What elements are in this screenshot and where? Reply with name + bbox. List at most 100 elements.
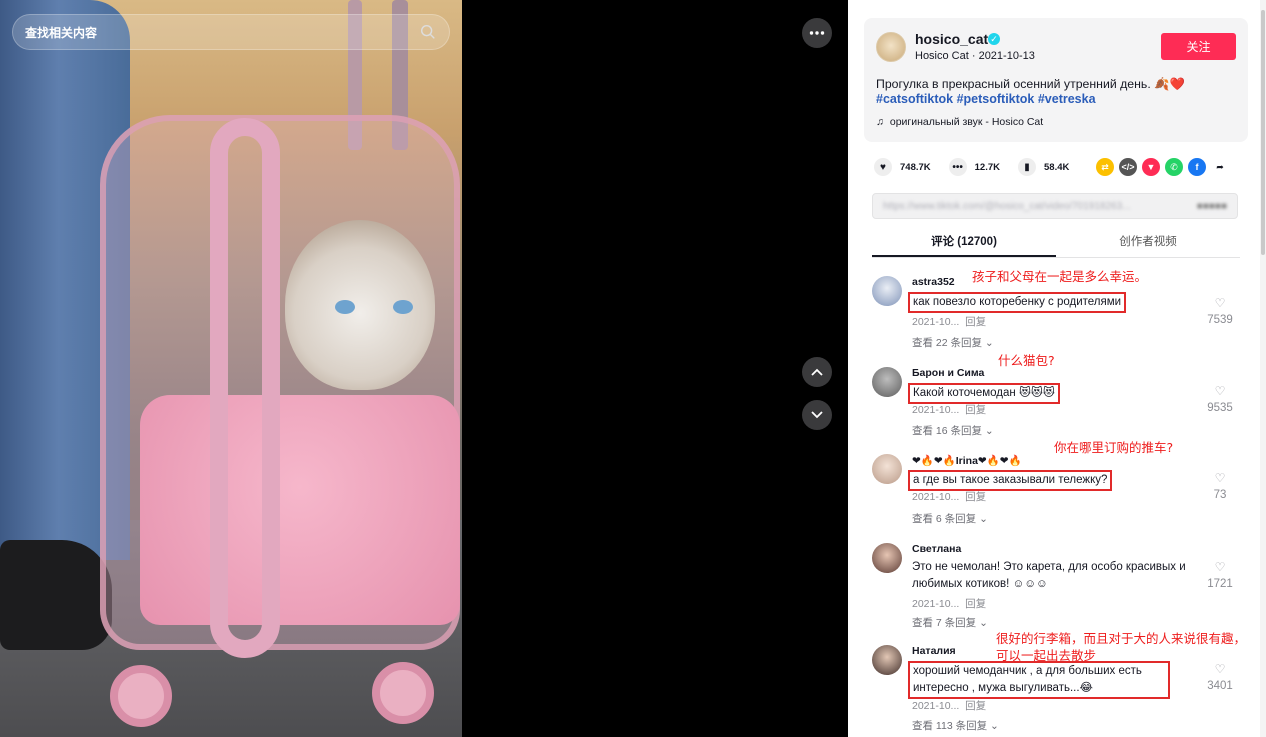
- author-avatar[interactable]: [876, 32, 906, 62]
- share-arrow-icon[interactable]: ➦: [1211, 158, 1229, 176]
- comment-avatar[interactable]: [872, 367, 902, 397]
- reply-button[interactable]: 回复: [965, 700, 986, 712]
- comment-date: 2021-10... 回复: [912, 698, 986, 713]
- video-suitcase-fur: [140, 395, 460, 625]
- comment-date: 2021-10... 回复: [912, 596, 986, 611]
- follow-button[interactable]: 关注: [1161, 33, 1236, 60]
- comment-like[interactable]: ♡ 9535: [1200, 384, 1240, 416]
- comment-avatar[interactable]: [872, 276, 902, 306]
- search-icon[interactable]: [419, 23, 437, 41]
- video-link-blurred: https://www.tiktok.com/@hosico_cat/video…: [883, 200, 1131, 212]
- reply-button[interactable]: 回复: [965, 316, 986, 328]
- details-panel: hosico_cat ✓ Hosico Cat · 2021-10-13 关注 …: [848, 0, 1266, 737]
- comment-text: Какой коточемодан 😻😻😻: [908, 383, 1060, 404]
- view-replies-button[interactable]: 查看 22 条回复 ⌄: [912, 335, 994, 350]
- comment-username[interactable]: astra352: [912, 276, 955, 288]
- author-name[interactable]: hosico_cat: [915, 31, 988, 47]
- bookmark-icon[interactable]: ▮: [1018, 158, 1036, 176]
- embed-code-icon[interactable]: </>: [1119, 158, 1137, 176]
- music-note-icon: ♫: [876, 116, 884, 128]
- comment-like-count: 3401: [1207, 680, 1233, 692]
- comment-like-count: 9535: [1207, 402, 1233, 414]
- next-video-button[interactable]: [802, 400, 832, 430]
- heart-outline-icon[interactable]: ♡: [1200, 662, 1240, 676]
- view-replies-button[interactable]: 查看 113 条回复 ⌄: [912, 718, 999, 733]
- page-root: 查找相关内容 hosico_cat ✓ Hosico Cat · 2021-10…: [0, 0, 1266, 737]
- like-count: 748.7K: [900, 161, 931, 173]
- comment-like-count: 7539: [1207, 314, 1233, 326]
- comment-avatar[interactable]: [872, 454, 902, 484]
- comment-date-text: 2021-10...: [912, 491, 960, 503]
- comment-date-text: 2021-10...: [912, 598, 960, 610]
- comment-like[interactable]: ♡ 7539: [1200, 296, 1240, 328]
- video-cat-eye-right: [393, 300, 413, 314]
- sound-label[interactable]: оригинальный звук - Hosico Cat: [890, 116, 1043, 128]
- comment-date: 2021-10... 回复: [912, 489, 986, 504]
- comment-icon[interactable]: •••: [948, 158, 967, 176]
- search-input[interactable]: 查找相关内容: [25, 24, 419, 41]
- panel-scrollbar-thumb[interactable]: [1261, 10, 1265, 255]
- translation-annotation: 什么猫包?: [998, 353, 1055, 368]
- comment-date-text: 2021-10...: [912, 404, 960, 416]
- comment-username[interactable]: Светлана: [912, 543, 961, 555]
- panel-scrollbar[interactable]: [1260, 0, 1266, 737]
- save-count: 58.4K: [1044, 161, 1070, 173]
- video-area[interactable]: 查找相关内容: [0, 0, 848, 737]
- view-replies-button[interactable]: 查看 16 条回复 ⌄: [912, 423, 994, 438]
- comment-text: как повезло которебенку с родителями: [908, 292, 1127, 313]
- comment-text: Это не чемолан! Это карета, для особо кр…: [912, 561, 1186, 590]
- post-hashtags[interactable]: #catsoftiktok #petsoftiktok #vetreska: [876, 92, 1096, 106]
- view-replies-label: 查看 22 条回复: [912, 337, 983, 349]
- heart-outline-icon[interactable]: ♡: [1200, 296, 1240, 310]
- heart-icon[interactable]: ♥: [874, 158, 892, 176]
- comment-item: astra352 孩子和父母在一起是多么幸运。 как повезло кото…: [872, 269, 1244, 356]
- comment-username[interactable]: Наталия: [912, 645, 956, 657]
- comment-count: 12.7K: [974, 161, 1000, 173]
- post-caption: Прогулка в прекрасный осенний утренний д…: [876, 77, 1185, 91]
- sound-row[interactable]: ♫ оригинальный звук - Hosico Cat: [876, 116, 1043, 128]
- tab-comments[interactable]: 评论 (12700): [872, 225, 1056, 257]
- share-icons: ⇄ </> ▼ ✆ f ➦: [1096, 158, 1229, 176]
- comment-username[interactable]: ❤🔥❤🔥Irina❤🔥❤🔥: [912, 454, 1022, 467]
- comment-like[interactable]: ♡ 73: [1200, 471, 1240, 503]
- repost-icon[interactable]: ⇄: [1096, 158, 1114, 176]
- view-replies-button[interactable]: 查看 7 条回复 ⌄: [912, 615, 988, 630]
- video-wheel-right: [372, 662, 434, 724]
- comment-like[interactable]: ♡ 3401: [1200, 662, 1240, 694]
- heart-outline-icon[interactable]: ♡: [1200, 471, 1240, 485]
- video-link-box[interactable]: https://www.tiktok.com/@hosico_cat/video…: [872, 193, 1238, 219]
- send-icon[interactable]: ▼: [1142, 158, 1160, 176]
- comment-avatar[interactable]: [872, 543, 902, 573]
- more-options-button[interactable]: [802, 18, 832, 48]
- search-box[interactable]: 查找相关内容: [12, 14, 450, 50]
- previous-video-button[interactable]: [802, 357, 832, 387]
- verified-badge-icon: ✓: [988, 33, 1000, 45]
- view-replies-button[interactable]: 查看 6 条回复 ⌄: [912, 511, 988, 526]
- ellipsis-icon: [809, 31, 825, 35]
- comment-like[interactable]: ♡ 1721: [1200, 560, 1240, 592]
- facebook-icon[interactable]: f: [1188, 158, 1206, 176]
- reply-button[interactable]: 回复: [965, 598, 986, 610]
- comment-like-count: 1721: [1207, 578, 1233, 590]
- reply-button[interactable]: 回复: [965, 404, 986, 416]
- author-subtitle: Hosico Cat · 2021-10-13: [915, 50, 1035, 62]
- engagement-stats: ♥ 748.7K ••• 12.7K ▮ 58.4K: [874, 158, 1079, 176]
- copy-link-button[interactable]: ■■■■■: [1183, 201, 1227, 212]
- tab-creator-videos[interactable]: 创作者视频: [1056, 225, 1240, 257]
- comment-item: Наталия 很好的行李箱，而且对于大的人来说很有趣，可以一起出去散步 хор…: [872, 631, 1246, 737]
- comment-date-text: 2021-10...: [912, 316, 960, 328]
- video-shoe: [0, 540, 112, 650]
- comment-text: хороший чемоданчик , а для больших есть …: [908, 661, 1170, 699]
- video-frame[interactable]: 查找相关内容: [0, 0, 462, 737]
- reply-button[interactable]: 回复: [965, 491, 986, 503]
- comment-username[interactable]: Барон и Сима: [912, 367, 984, 379]
- video-wheel-left: [110, 665, 172, 727]
- comment-item: Барон и Сима 什么猫包? Какой коточемодан 😻😻😻…: [872, 353, 1244, 443]
- whatsapp-icon[interactable]: ✆: [1165, 158, 1183, 176]
- comment-avatar[interactable]: [872, 645, 902, 675]
- comment-text: а где вы такое заказывали тележку?: [908, 470, 1113, 491]
- translation-annotation: 孩子和父母在一起是多么幸运。: [972, 269, 1148, 284]
- heart-outline-icon[interactable]: ♡: [1200, 384, 1240, 398]
- heart-outline-icon[interactable]: ♡: [1200, 560, 1240, 574]
- view-replies-label: 查看 7 条回复: [912, 617, 977, 629]
